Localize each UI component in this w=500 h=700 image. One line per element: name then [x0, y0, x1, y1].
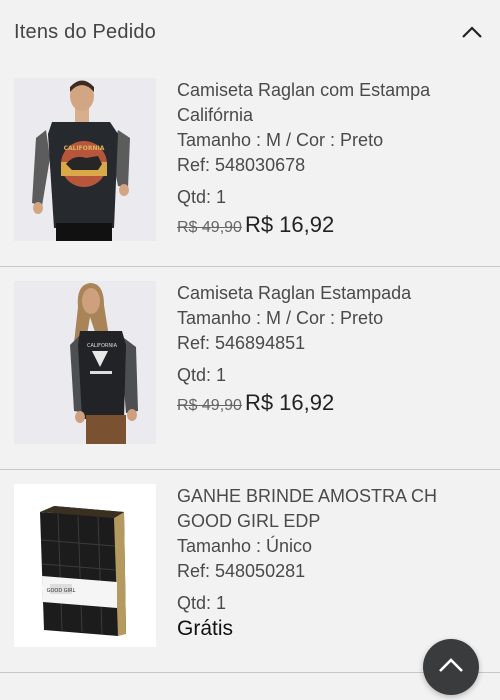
new-price: R$ 16,92: [244, 212, 335, 237]
product-name[interactable]: Camiseta Raglan Estampada: [177, 281, 486, 306]
product-image[interactable]: CALIFORNIA: [14, 78, 156, 241]
price-row: R$ 49,90 R$ 16,92: [177, 390, 486, 416]
product-info: GANHE BRINDE AMOSTRA CH GOOD GIRL EDP Ta…: [177, 484, 486, 641]
old-price: R$ 49,90: [177, 219, 242, 236]
chevron-up-icon[interactable]: [458, 18, 486, 46]
product-image[interactable]: CALIFORNIA: [14, 281, 156, 444]
old-price: R$ 49,90: [177, 397, 242, 414]
svg-text:CALIFORNIA: CALIFORNIA: [87, 343, 118, 349]
product-name[interactable]: Camiseta Raglan com Estampa: [177, 78, 486, 103]
section-title: Itens do Pedido: [14, 20, 156, 43]
product-ref: Ref: 546894851: [177, 333, 306, 353]
product-image[interactable]: GOOD GIRL: [14, 484, 156, 647]
svg-text:GOOD GIRL: GOOD GIRL: [47, 588, 76, 594]
order-item: CALIFORNIA Camiseta Raglan Estampada Tam…: [0, 267, 500, 470]
product-attributes: Tamanho : Único: [177, 536, 313, 556]
price-row: R$ 49,90 R$ 16,92: [177, 212, 486, 238]
product-ref: Ref: 548050281: [177, 561, 306, 581]
product-info: Camiseta Raglan com Estampa Califórnia T…: [177, 78, 486, 238]
chevron-up-icon: [438, 657, 464, 678]
free-price-label: Grátis: [177, 617, 234, 640]
product-qty: Qtd: 1: [177, 365, 227, 385]
product-name-cont[interactable]: Califórnia: [177, 103, 486, 128]
product-info: Camiseta Raglan Estampada Tamanho : M / …: [177, 281, 486, 416]
product-attributes: Tamanho : M / Cor : Preto: [177, 308, 384, 328]
order-item: GOOD GIRL GANHE BRINDE AMOSTRA CH GOOD G…: [0, 470, 500, 673]
product-name[interactable]: GANHE BRINDE AMOSTRA CH: [177, 484, 486, 509]
new-price: R$ 16,92: [244, 390, 335, 415]
product-attributes: Tamanho : M / Cor : Preto: [177, 130, 384, 150]
scroll-to-top-button[interactable]: [423, 639, 479, 695]
order-items-page: Itens do Pedido CALIFORNIA Camiseta Ragl…: [0, 0, 500, 700]
product-ref: Ref: 548030678: [177, 155, 306, 175]
svg-text:CALIFORNIA: CALIFORNIA: [64, 145, 105, 152]
product-qty: Qtd: 1: [177, 593, 227, 613]
order-items-header[interactable]: Itens do Pedido: [0, 0, 500, 64]
product-name-cont[interactable]: GOOD GIRL EDP: [177, 509, 486, 534]
product-qty: Qtd: 1: [177, 187, 227, 207]
order-item: CALIFORNIA Camiseta Raglan com Estampa C…: [0, 64, 500, 267]
